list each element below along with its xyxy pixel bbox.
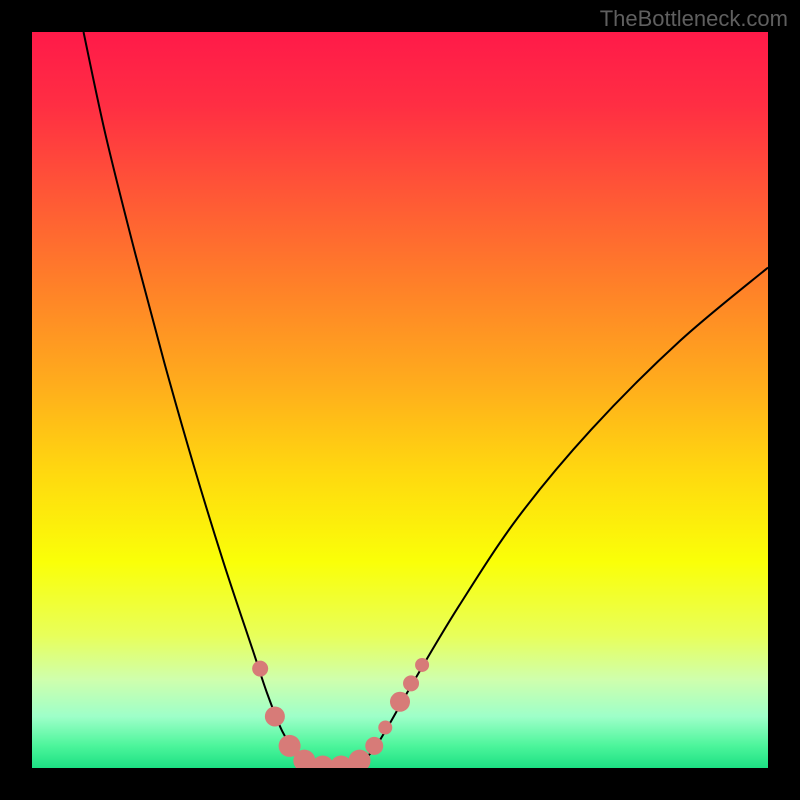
chart-svg (32, 32, 768, 768)
marker-dot (378, 721, 392, 735)
marker-dot (390, 692, 410, 712)
marker-dot (403, 675, 419, 691)
watermark-text: TheBottleneck.com (600, 6, 788, 32)
plot-area (32, 32, 768, 768)
chart-frame: TheBottleneck.com (0, 0, 800, 800)
gradient-background (32, 32, 768, 768)
marker-dot (265, 706, 285, 726)
marker-dot (365, 737, 383, 755)
marker-dot (415, 658, 429, 672)
marker-dot (252, 661, 268, 677)
